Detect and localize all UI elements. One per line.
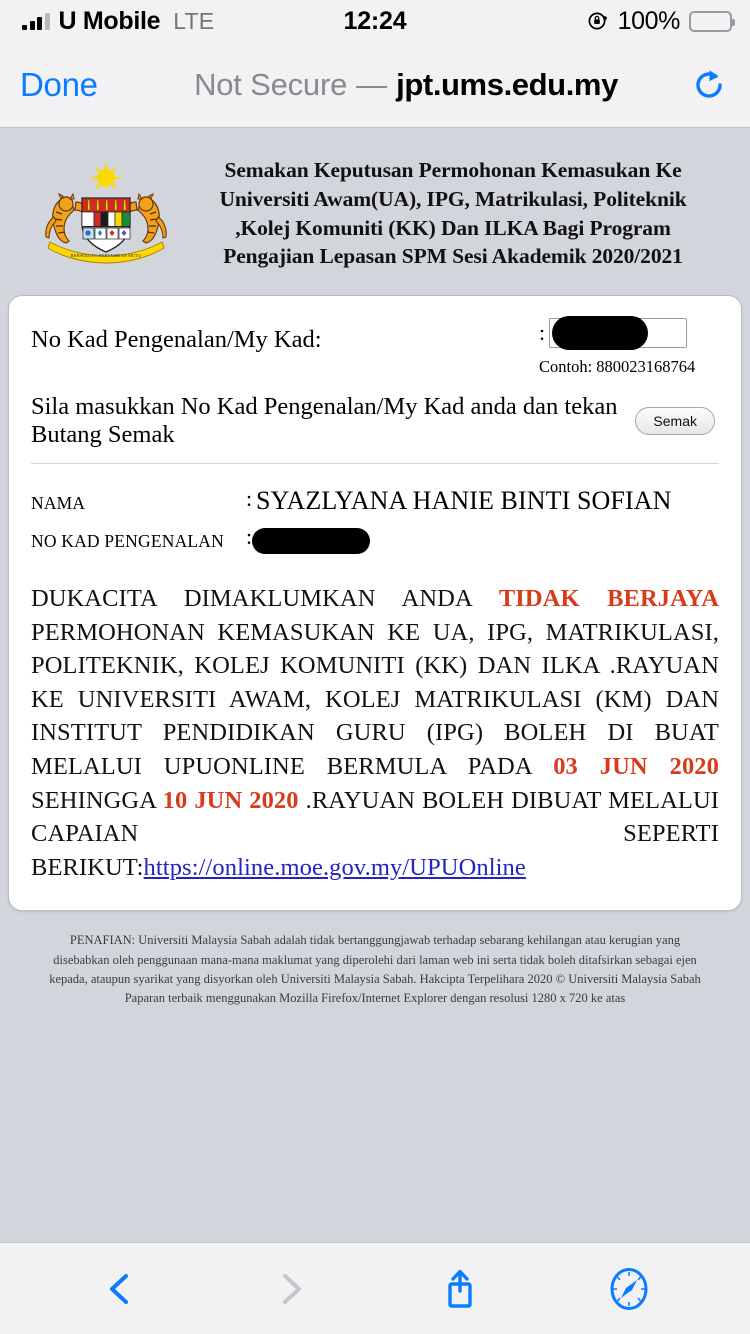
semak-submit-button[interactable]: Semak <box>635 407 715 436</box>
ic-colon: : <box>539 320 546 346</box>
battery-full-icon <box>689 10 735 32</box>
info-sep: : <box>246 486 253 512</box>
rotation-lock-icon <box>587 10 609 32</box>
ic-example-hint: Contoh: 880023168764 <box>539 357 696 377</box>
status-bar: U Mobile LTE 12:24 100% <box>0 0 750 42</box>
redaction-overlay <box>252 528 370 555</box>
address-display[interactable]: Not Secure — jpt.ums.edu.my <box>150 67 662 103</box>
status-bar-right: 100% <box>587 6 735 36</box>
upu-online-link[interactable]: https://online.moe.gov.my/UPUOnline <box>144 854 526 881</box>
address-host: jpt.ums.edu.my <box>396 66 618 102</box>
web-page-content: BERSEKUTU BERTAMBAH MUTU Semakan Keputus… <box>0 128 750 1242</box>
table-row: NAMA : SYAZLYANA HANIE BINTI SOFIAN <box>31 486 719 524</box>
redaction-overlay <box>552 316 649 351</box>
address-separator: — <box>356 66 388 102</box>
result-message: DUKACITA DIMAKLUMKAN ANDA TIDAK BERJAYA … <box>31 582 719 884</box>
info-value-nama: SYAZLYANA HANIE BINTI SOFIAN <box>256 486 672 516</box>
table-row: NO KAD PENGENALAN : <box>31 524 719 562</box>
page-title: Semakan Keputusan Permohonan Kemasukan K… <box>219 158 687 269</box>
info-key-nama: NAMA <box>31 493 86 514</box>
ic-input-column: : Contoh: 880023168764 <box>539 316 719 377</box>
back-chevron-icon[interactable] <box>94 1262 148 1316</box>
reload-icon[interactable] <box>690 66 728 104</box>
form-instruction: Sila masukkan No Kad Pengenalan/My Kad a… <box>31 393 618 449</box>
appeal-start-date: 03 JUN 2020 <box>553 753 719 781</box>
section-divider <box>31 463 719 465</box>
instruction-row: Sila masukkan No Kad Pengenalan/My Kad a… <box>31 393 719 449</box>
battery-percentage: 100% <box>617 6 681 35</box>
result-text-part1: DUKACITA DIMAKLUMKAN ANDA <box>31 585 499 613</box>
result-gap <box>580 585 607 612</box>
applicant-info-table: NAMA : SYAZLYANA HANIE BINTI SOFIAN NO K… <box>31 486 719 562</box>
phone-screen: U Mobile LTE 12:24 100% Done Not Secure … <box>0 0 750 1334</box>
ic-number-input[interactable] <box>549 316 688 351</box>
safari-compass-icon[interactable] <box>602 1262 656 1316</box>
info-key-nokp: NO KAD PENGENALAN <box>31 531 224 552</box>
done-button[interactable]: Done <box>20 66 98 104</box>
info-value-nokp <box>252 524 719 562</box>
malaysia-coat-of-arms-icon: BERSEKUTU BERTAMBAH MUTU <box>32 162 180 266</box>
ic-form-row: No Kad Pengenalan/My Kad: : Contoh: 8800… <box>31 316 719 377</box>
result-card: No Kad Pengenalan/My Kad: : Contoh: 8800… <box>8 295 742 912</box>
ic-input-line: : <box>539 316 688 351</box>
result-status-berjaya: BERJAYA <box>607 585 719 613</box>
browser-toolbar <box>0 1242 750 1334</box>
share-icon[interactable] <box>433 1262 487 1316</box>
result-status-tidak: TIDAK <box>498 585 580 613</box>
forward-chevron-icon[interactable] <box>263 1262 317 1316</box>
site-header: BERSEKUTU BERTAMBAH MUTU Semakan Keputus… <box>0 128 750 281</box>
disclaimer-text: PENAFIAN: Universiti Malaysia Sabah adal… <box>49 933 701 1006</box>
ic-label: No Kad Pengenalan/My Kad: <box>31 326 322 354</box>
appeal-end-date: 10 JUN 2020 <box>162 786 299 814</box>
result-text-part3: SEHINGGA <box>31 786 163 814</box>
svg-text:BERSEKUTU BERTAMBAH MUTU: BERSEKUTU BERTAMBAH MUTU <box>70 253 142 258</box>
security-status-label: Not Secure <box>194 66 348 102</box>
browser-address-bar: Done Not Secure — jpt.ums.edu.my <box>0 42 750 128</box>
